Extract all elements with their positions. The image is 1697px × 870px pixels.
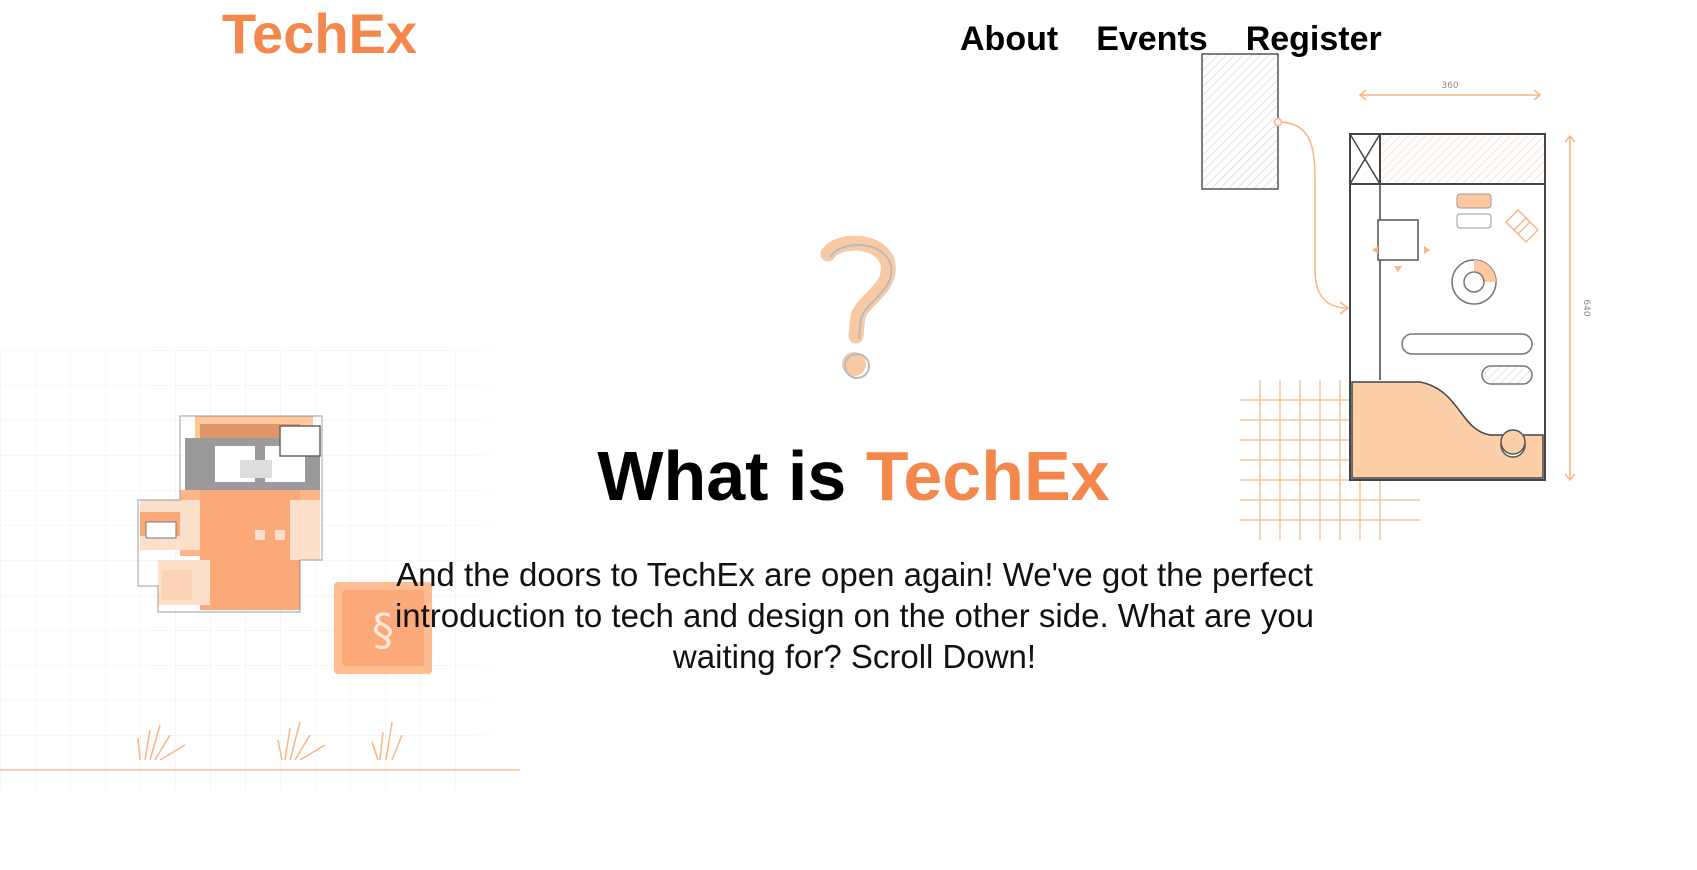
title-accent: TechEx <box>865 437 1110 515</box>
wireframe-width-label: 360 <box>1441 81 1458 91</box>
landing-page: TechEx About Events Register § 360 640 W… <box>0 0 1697 870</box>
title-prefix: What is <box>597 437 866 515</box>
intro-text: And the doors to TechEx are open again! … <box>394 556 1315 675</box>
wireframe-height-label: 640 <box>1581 299 1591 316</box>
page-title: What is TechEx <box>394 438 1304 515</box>
logo[interactable]: TechEx <box>222 6 417 62</box>
nav-item-about[interactable]: About <box>960 22 1058 56</box>
question-mark-icon <box>820 236 896 379</box>
